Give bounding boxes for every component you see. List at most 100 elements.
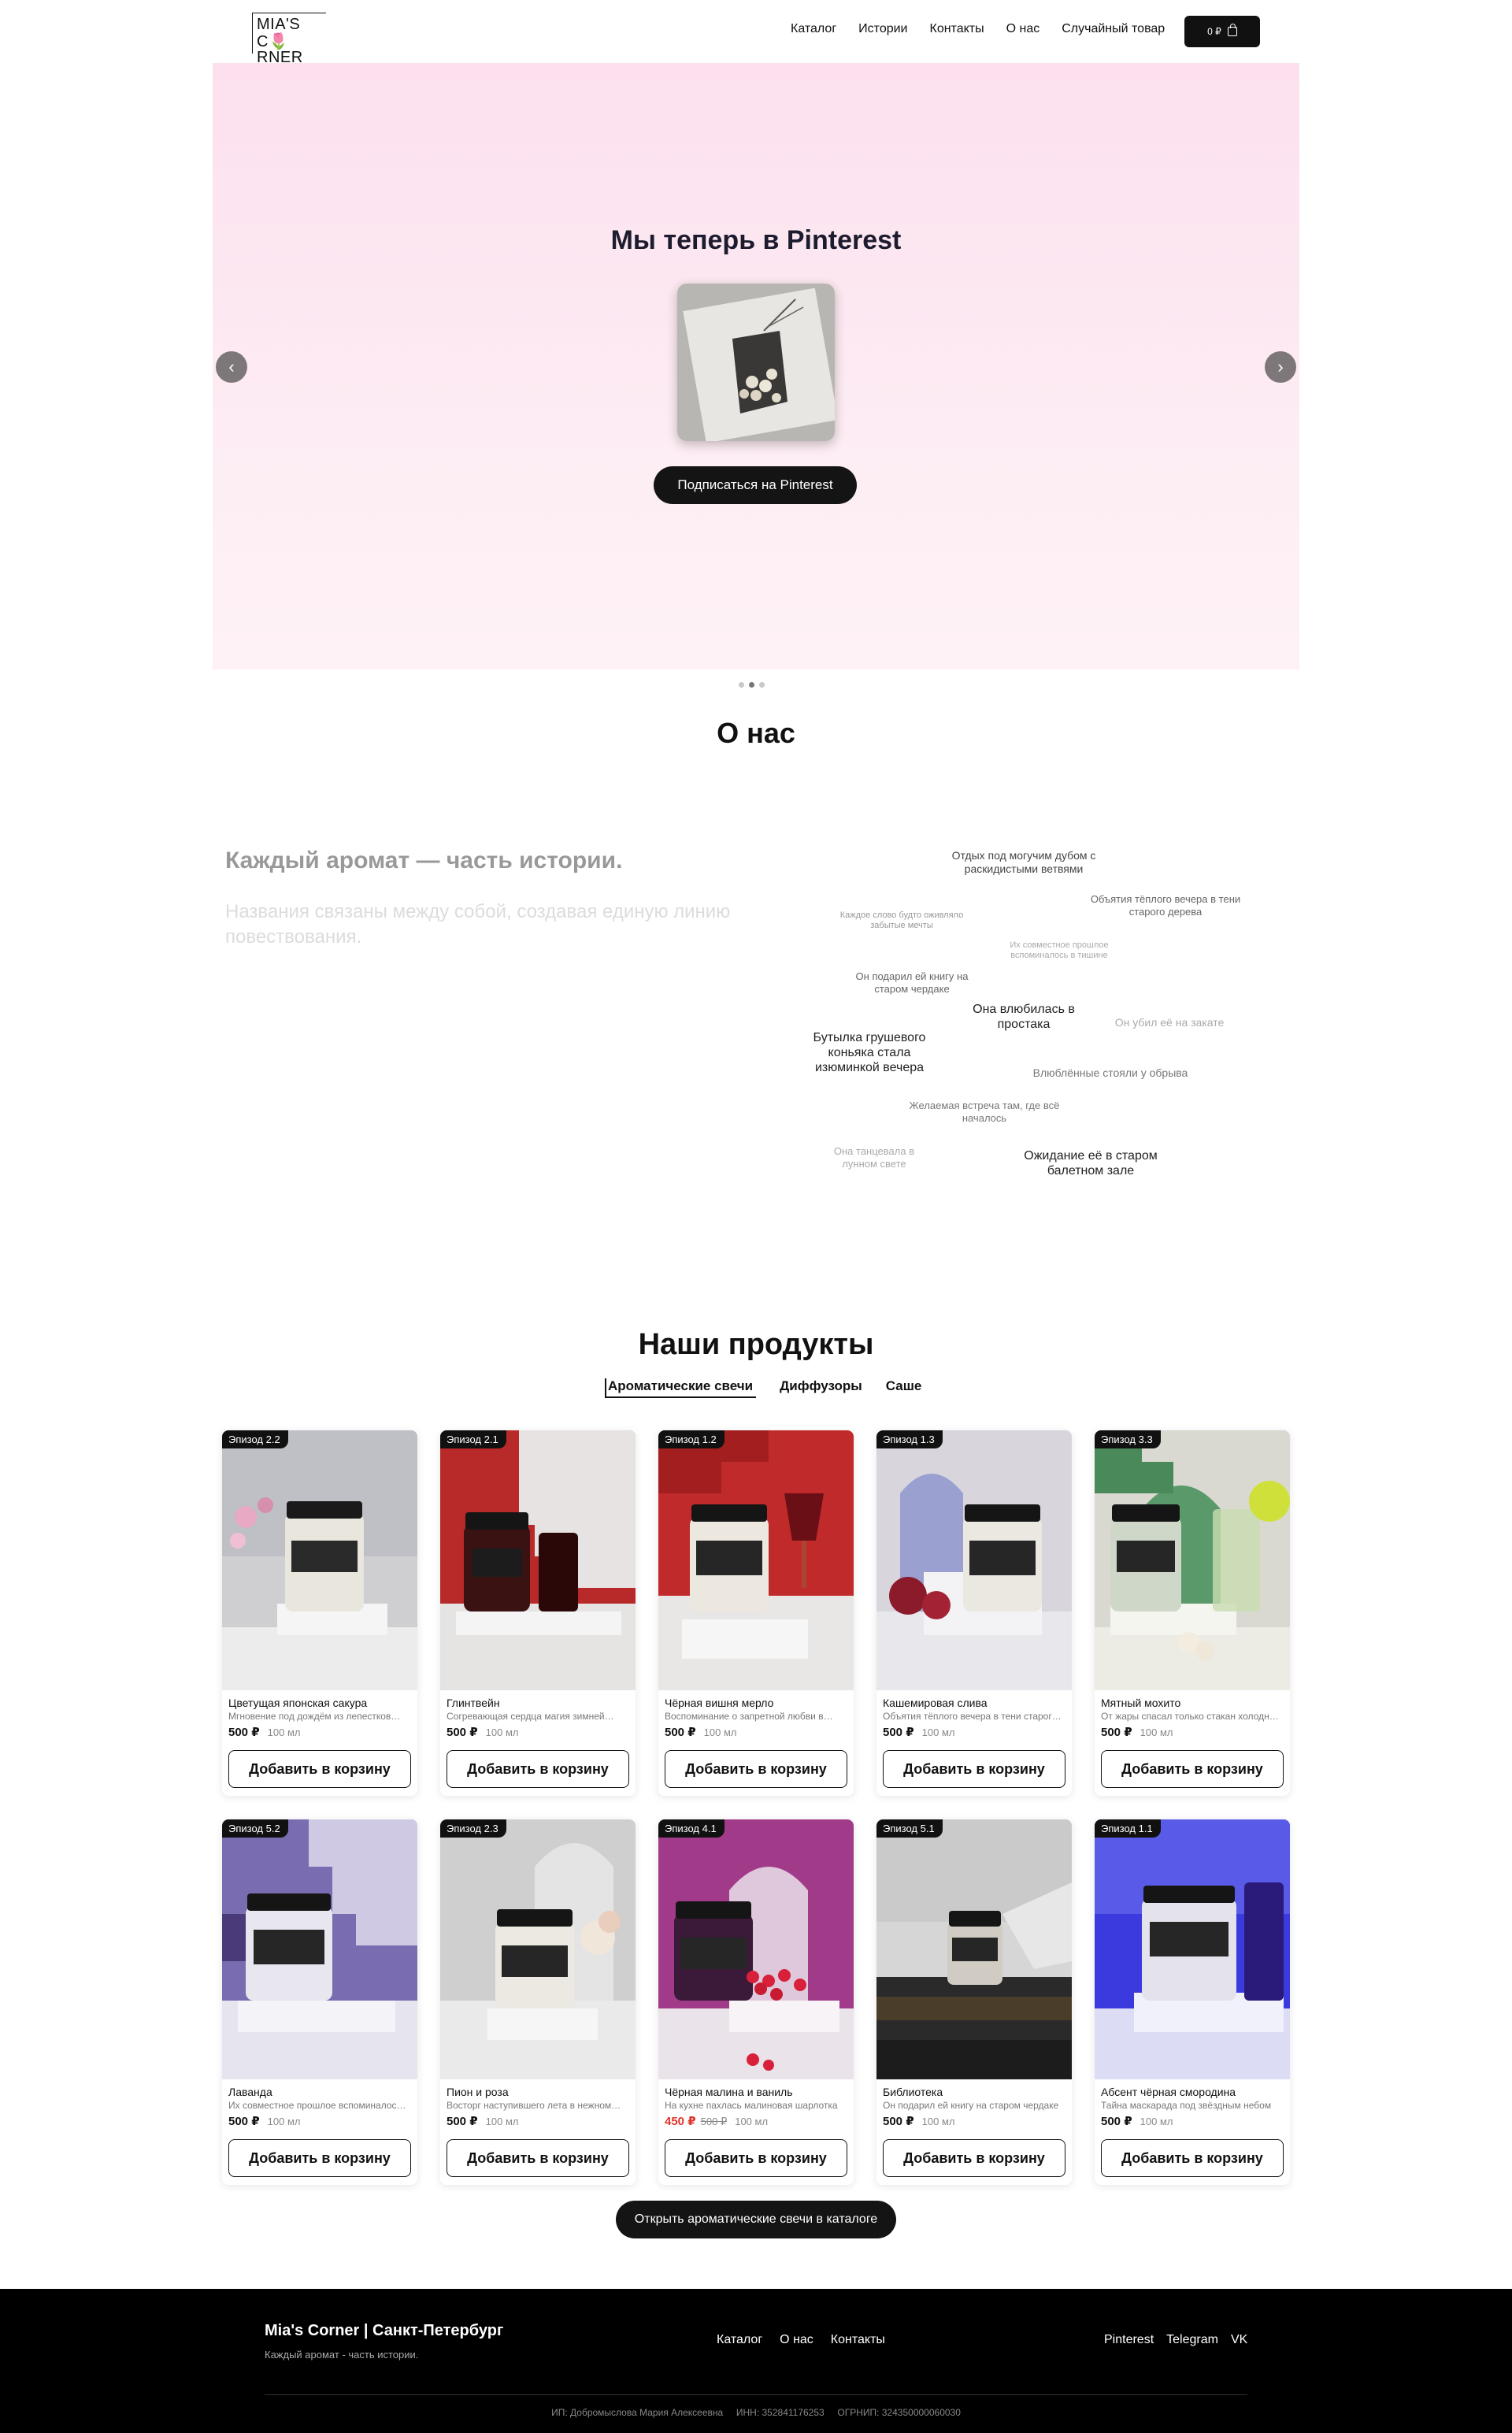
add-to-cart-button[interactable]: Добавить в корзину	[883, 2139, 1065, 2177]
footer-tagline: Каждый аромат - часть истории.	[265, 2349, 419, 2361]
product-name[interactable]: Чёрная вишня мерло	[665, 1697, 773, 1709]
product-photo	[440, 1430, 636, 1690]
episode-badge: Эпизод 1.1	[1095, 1819, 1161, 1838]
product-description: Объятия тёплого вечера в тени старог…	[883, 1711, 1062, 1722]
product-name[interactable]: Цветущая японская сакура	[228, 1697, 367, 1709]
product-description: Согревающая сердца магия зимней…	[447, 1711, 614, 1722]
footer-link-catalog[interactable]: Каталог	[717, 2333, 762, 2347]
nav-contacts[interactable]: Контакты	[930, 22, 984, 36]
hero-image	[677, 284, 835, 441]
product-description: Тайна маскарада под звёздным небом	[1101, 2100, 1272, 2111]
footer-link-about[interactable]: О нас	[780, 2333, 813, 2347]
shopping-bag-icon	[1227, 24, 1237, 36]
footer-brand: Mia's Corner | Санкт-Петербург	[265, 2322, 504, 2339]
product-volume: 100 мл	[267, 1726, 301, 1738]
social-telegram[interactable]: Telegram	[1166, 2333, 1218, 2347]
logo[interactable]: MIA'S C🌷RNER	[252, 13, 326, 65]
slider-dot[interactable]	[759, 682, 765, 688]
nav-catalog[interactable]: Каталог	[791, 22, 836, 36]
subscribe-pinterest-button[interactable]: Подписаться на Pinterest	[654, 466, 857, 504]
product-description: Мгновение под дождём из лепестков…	[228, 1711, 401, 1722]
price-value: 500 ₽	[447, 2115, 478, 2128]
product-card[interactable]: Эпизод 3.3 Мятный мохито От жары спасал …	[1095, 1430, 1290, 1796]
cloud-phrase: Бутылка грушевого коньяка стала изюминко…	[813, 1031, 926, 1075]
product-price: 500 ₽ 100 мл	[665, 1725, 736, 1739]
cloud-phrase: Она влюбилась в простака	[973, 1003, 1075, 1032]
add-to-cart-button[interactable]: Добавить в корзину	[228, 1750, 411, 1788]
product-description: Восторг наступившего лета в нежном…	[447, 2100, 621, 2111]
cloud-phrase: Он убил её на закате	[1114, 1016, 1225, 1029]
product-photo	[658, 1819, 854, 2079]
product-price: 500 ₽ 100 мл	[447, 1725, 518, 1739]
site-footer: Mia's Corner | Санкт-Петербург Каждый ар…	[0, 2289, 1512, 2433]
product-card[interactable]: Эпизод 1.3 Кашемировая слива Объятия тёп…	[876, 1430, 1072, 1796]
product-photo	[222, 1819, 417, 2079]
product-name[interactable]: Библиотека	[883, 2086, 943, 2098]
cart-total: 0 ₽	[1207, 26, 1221, 37]
nav-random-product[interactable]: Случайный товар	[1062, 22, 1165, 36]
product-description: Их совместное прошлое вспоминалос…	[228, 2100, 406, 2111]
product-name[interactable]: Лаванда	[228, 2086, 272, 2098]
add-to-cart-button[interactable]: Добавить в корзину	[1101, 2139, 1284, 2177]
product-name[interactable]: Мятный мохито	[1101, 1697, 1180, 1709]
slider-next-button[interactable]: ›	[1265, 351, 1296, 383]
episode-badge: Эпизод 1.2	[658, 1430, 724, 1448]
footer-link-contacts[interactable]: Контакты	[831, 2333, 885, 2347]
product-name[interactable]: Пион и роза	[447, 2086, 509, 2098]
product-price: 500 ₽ 100 мл	[883, 1725, 954, 1739]
tab-diffusers[interactable]: Диффузоры	[780, 1378, 862, 1398]
nav-about[interactable]: О нас	[1006, 22, 1040, 36]
nav-stories[interactable]: Истории	[858, 22, 907, 36]
product-card[interactable]: Эпизод 4.1 Чёрная малина и ваниль На кух…	[658, 1819, 854, 2185]
product-name[interactable]: Кашемировая слива	[883, 1697, 988, 1709]
chevron-left-icon: ‹	[228, 357, 235, 376]
episode-badge: Эпизод 5.1	[876, 1819, 943, 1838]
main-nav: Каталог Истории Контакты О нас Случайный…	[791, 22, 1187, 36]
cart-button[interactable]: 0 ₽	[1184, 16, 1260, 47]
product-volume: 100 мл	[921, 1726, 955, 1738]
add-to-cart-button[interactable]: Добавить в корзину	[228, 2139, 411, 2177]
product-name[interactable]: Глинтвейн	[447, 1697, 500, 1709]
slider-prev-button[interactable]: ‹	[216, 351, 247, 383]
add-to-cart-button[interactable]: Добавить в корзину	[447, 2139, 629, 2177]
episode-badge: Эпизод 2.1	[440, 1430, 506, 1448]
product-card[interactable]: Эпизод 1.2 Чёрная вишня мерло Воспоминан…	[658, 1430, 854, 1796]
about-subline: Названия связаны между собой, создавая е…	[225, 901, 731, 948]
add-to-cart-button[interactable]: Добавить в корзину	[665, 1750, 847, 1788]
product-price: 500 ₽ 100 мл	[228, 1725, 300, 1739]
cloud-phrase: Каждое слово будто оживляло забытые мечт…	[839, 911, 964, 931]
cloud-phrase: Желаемая встреча там, где всё началось	[909, 1100, 1060, 1124]
hero-title: Мы теперь в Pinterest	[610, 225, 902, 255]
product-name[interactable]: Чёрная малина и ваниль	[665, 2086, 793, 2098]
product-card[interactable]: Эпизод 5.2 Лаванда Их совместное прошлое…	[222, 1819, 417, 2185]
price-value: 500 ₽	[665, 1726, 696, 1739]
tab-candles[interactable]: Ароматические свечи	[605, 1378, 757, 1398]
add-to-cart-button[interactable]: Добавить в корзину	[883, 1750, 1065, 1788]
story-word-cloud: Отдых под могучим дубом с раскидистыми в…	[803, 843, 1260, 1189]
product-card[interactable]: Эпизод 2.2 Цветущая японская сакура Мгно…	[222, 1430, 417, 1796]
slider-dot-active[interactable]	[749, 682, 754, 688]
add-to-cart-button[interactable]: Добавить в корзину	[1101, 1750, 1284, 1788]
product-card[interactable]: Эпизод 5.1 Библиотека Он подарил ей книг…	[876, 1819, 1072, 2185]
cloud-phrase: Объятия тёплого вечера в тени старого де…	[1090, 893, 1241, 918]
open-catalog-button[interactable]: Открыть ароматические свечи в каталоге	[616, 2201, 896, 2238]
product-card[interactable]: Эпизод 2.3 Пион и роза Восторг наступивш…	[440, 1819, 636, 2185]
products-title: Наши продукты	[638, 1328, 874, 1361]
social-pinterest[interactable]: Pinterest	[1104, 2333, 1154, 2347]
chevron-right-icon: ›	[1277, 357, 1284, 376]
product-description: Он подарил ей книгу на старом чердаке	[883, 2100, 1059, 2111]
sachet-photo	[677, 284, 835, 441]
product-price: 450 ₽ 500 ₽ 100 мл	[665, 2114, 768, 2128]
price-value: 500 ₽	[883, 1726, 914, 1739]
logo-line-1: MIA'S	[257, 16, 301, 33]
tab-sachets[interactable]: Саше	[886, 1378, 922, 1398]
product-card[interactable]: Эпизод 2.1 Глинтвейн Согревающая сердца …	[440, 1430, 636, 1796]
add-to-cart-button[interactable]: Добавить в корзину	[665, 2139, 847, 2177]
add-to-cart-button[interactable]: Добавить в корзину	[447, 1750, 629, 1788]
footer-nav: Каталог О нас Контакты	[717, 2333, 885, 2347]
social-vk[interactable]: VK	[1231, 2333, 1247, 2347]
slider-dot[interactable]	[739, 682, 744, 688]
product-volume: 100 мл	[485, 1726, 519, 1738]
product-card[interactable]: Эпизод 1.1 Абсент чёрная смородина Тайна…	[1095, 1819, 1290, 2185]
product-name[interactable]: Абсент чёрная смородина	[1101, 2086, 1236, 2098]
